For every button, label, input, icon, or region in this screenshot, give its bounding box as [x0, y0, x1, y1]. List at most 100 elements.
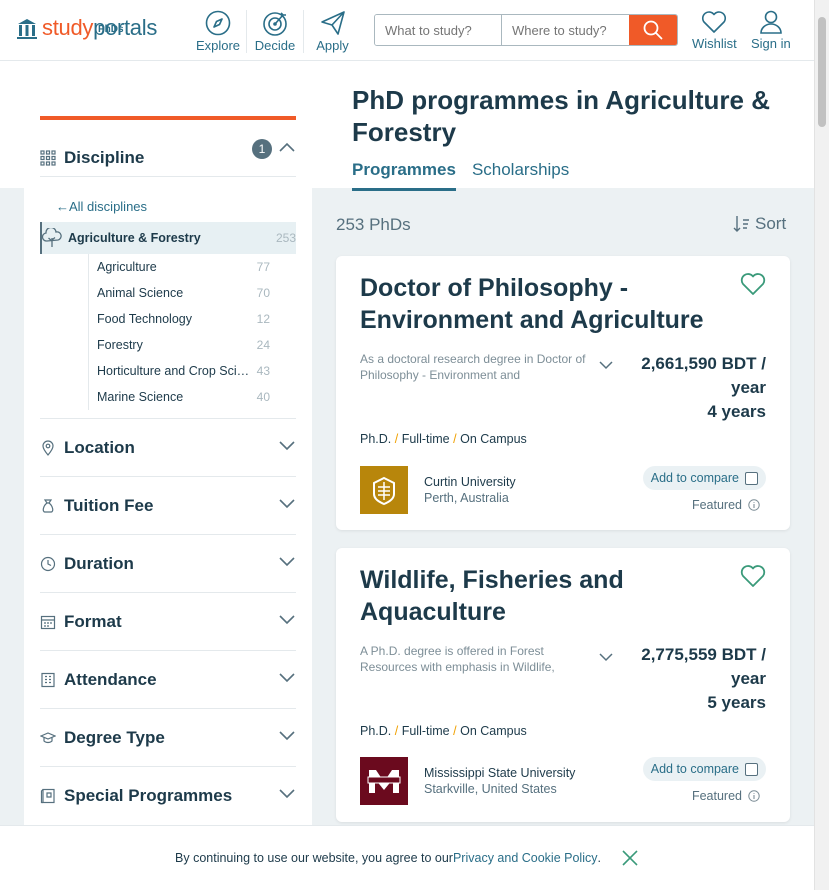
filter-label: Special Programmes — [64, 785, 233, 805]
chevron-down-icon — [279, 789, 295, 799]
subdiscipline-item[interactable]: Animal Science 70 — [89, 280, 296, 306]
scrollbar-thumb[interactable] — [818, 17, 826, 127]
university-name[interactable]: Curtin University — [424, 474, 516, 490]
tab-programmes[interactable]: Programmes — [352, 160, 456, 191]
chevron-down-icon — [279, 673, 295, 683]
filter-label: Attendance — [64, 669, 157, 689]
subdiscipline-item[interactable]: Forestry 24 — [89, 332, 296, 358]
mississippi-state-university-logo[interactable] — [360, 757, 408, 805]
filter-attendance[interactable]: Attendance — [40, 650, 296, 708]
curtin-university-logo[interactable] — [360, 466, 408, 514]
nav-explore-label: Explore — [195, 38, 241, 53]
subdiscipline-count: 43 — [256, 364, 270, 378]
university-location: Perth, Australia — [424, 491, 509, 505]
wishlist-label: Wishlist — [692, 36, 737, 51]
programme-title[interactable]: Wildlife, Fisheries and Aquaculture — [360, 564, 730, 628]
info-icon[interactable] — [748, 790, 760, 802]
studyportals-logo[interactable]: studyportals — [16, 16, 157, 40]
filter-tuition-fee[interactable]: Tuition Fee — [40, 476, 296, 534]
chevron-down-icon[interactable] — [598, 360, 614, 370]
add-to-compare-button[interactable]: Add to compare — [642, 757, 766, 781]
current-discipline[interactable]: Agriculture & Forestry 253 — [40, 222, 296, 254]
programme-title[interactable]: Doctor of Philosophy - Environment and A… — [360, 272, 730, 336]
subdiscipline-count: 24 — [256, 338, 270, 352]
filter-sidebar: Discipline 1 ←All disciplines Agricultur… — [24, 61, 312, 890]
what-to-study-input[interactable] — [375, 15, 502, 45]
programme-duration: 5 years — [707, 693, 766, 712]
subdiscipline-item[interactable]: Agriculture 77 — [89, 254, 296, 280]
subdiscipline-item[interactable]: Horticulture and Crop Science 43 — [89, 358, 296, 384]
tuition-fee-amount: 2,661,590 BDT / — [641, 354, 766, 373]
privacy-policy-link[interactable]: Privacy and Cookie Policy — [453, 851, 598, 865]
compare-checkbox[interactable] — [745, 471, 758, 485]
pin-icon — [42, 439, 54, 456]
signin-button[interactable]: Sign in — [751, 10, 791, 51]
cookie-banner: By continuing to use our website, you ag… — [0, 825, 814, 890]
chevron-down-icon — [279, 499, 295, 509]
subdiscipline-name: Food Technology — [97, 312, 192, 326]
chevron-up-icon — [279, 142, 295, 152]
university-name[interactable]: Mississippi State University — [424, 765, 575, 781]
wishlist-heart-icon[interactable] — [740, 272, 766, 296]
filter-duration[interactable]: Duration — [40, 534, 296, 592]
university-info[interactable]: Curtin University Perth, Australia — [424, 474, 516, 506]
info-icon[interactable] — [748, 499, 760, 511]
cookie-text: By continuing to use our website, you ag… — [175, 851, 453, 865]
where-to-study-input[interactable] — [502, 15, 629, 45]
discipline-count-badge: 1 — [252, 139, 272, 159]
sort-button[interactable]: Sort — [733, 214, 786, 234]
grid-icon — [40, 149, 56, 166]
tuition-fee-period: year — [731, 669, 766, 688]
nav-decide[interactable]: Decide — [247, 10, 304, 53]
cookie-text-end: . — [597, 851, 601, 865]
tuition-fee: 2,661,590 BDT / year 4 years — [626, 352, 766, 424]
degree-type: Ph.D. — [360, 432, 392, 446]
page-scrollbar[interactable] — [814, 0, 829, 890]
filter-label: Location — [64, 437, 135, 457]
programme-card[interactable]: Wildlife, Fisheries and Aquaculture A Ph… — [336, 548, 790, 822]
programme-card[interactable]: Doctor of Philosophy - Environment and A… — [336, 256, 790, 530]
tab-scholarships[interactable]: Scholarships — [472, 160, 569, 191]
add-to-compare-button[interactable]: Add to compare — [642, 466, 766, 490]
featured-badge: Featured — [692, 789, 760, 803]
attendance-type: On Campus — [460, 432, 527, 446]
filter-degree-type[interactable]: Degree Type — [40, 708, 296, 766]
subdiscipline-item[interactable]: Marine Science 40 — [89, 384, 296, 410]
subdiscipline-count: 12 — [256, 312, 270, 326]
wishlist-heart-icon[interactable] — [740, 564, 766, 588]
heart-icon — [702, 11, 727, 33]
programme-meta: Ph.D. / Full-time / On Campus — [360, 432, 527, 446]
arrow-left-icon: ← — [56, 199, 69, 214]
filter-special-programmes[interactable]: Special Programmes — [40, 766, 296, 824]
nav-explore[interactable]: Explore — [190, 10, 247, 53]
current-discipline-name: Agriculture & Forestry — [68, 231, 201, 245]
sort-label: Sort — [755, 214, 787, 233]
logo-subtitle: PhDs — [98, 24, 124, 35]
target-icon — [263, 12, 287, 36]
chevron-down-icon — [279, 557, 295, 567]
compare-label: Add to compare — [650, 471, 739, 485]
graduation-cap-icon — [40, 731, 56, 743]
university-info[interactable]: Mississippi State University Starkville,… — [424, 765, 575, 797]
subdiscipline-item[interactable]: Food Technology 12 — [89, 306, 296, 332]
wishlist-button[interactable]: Wishlist — [692, 10, 737, 51]
compare-checkbox[interactable] — [745, 762, 758, 776]
discipline-label: Discipline — [64, 147, 145, 167]
tuition-fee: 2,775,559 BDT / year 5 years — [626, 643, 766, 715]
chevron-down-icon[interactable] — [598, 652, 614, 662]
calendar-icon — [40, 615, 56, 629]
featured-label: Featured — [691, 789, 742, 803]
nav-decide-label: Decide — [254, 38, 296, 53]
all-disciplines-link[interactable]: ←All disciplines — [56, 199, 147, 214]
discipline-filter-header[interactable]: Discipline 1 — [40, 139, 296, 177]
filter-label: Tuition Fee — [64, 495, 154, 515]
subdiscipline-count: 77 — [256, 260, 270, 274]
page-title: PhD programmes in Agriculture & Forestry — [352, 85, 770, 147]
filter-location[interactable]: Location — [40, 418, 296, 476]
close-icon[interactable] — [621, 849, 639, 867]
nav-apply[interactable]: Apply — [304, 10, 361, 53]
filter-format[interactable]: Format — [40, 592, 296, 650]
site-header: studyportals PhDs Explore Decide Apply W… — [0, 0, 814, 61]
subdiscipline-count: 40 — [256, 390, 270, 404]
search-button[interactable] — [629, 15, 677, 45]
